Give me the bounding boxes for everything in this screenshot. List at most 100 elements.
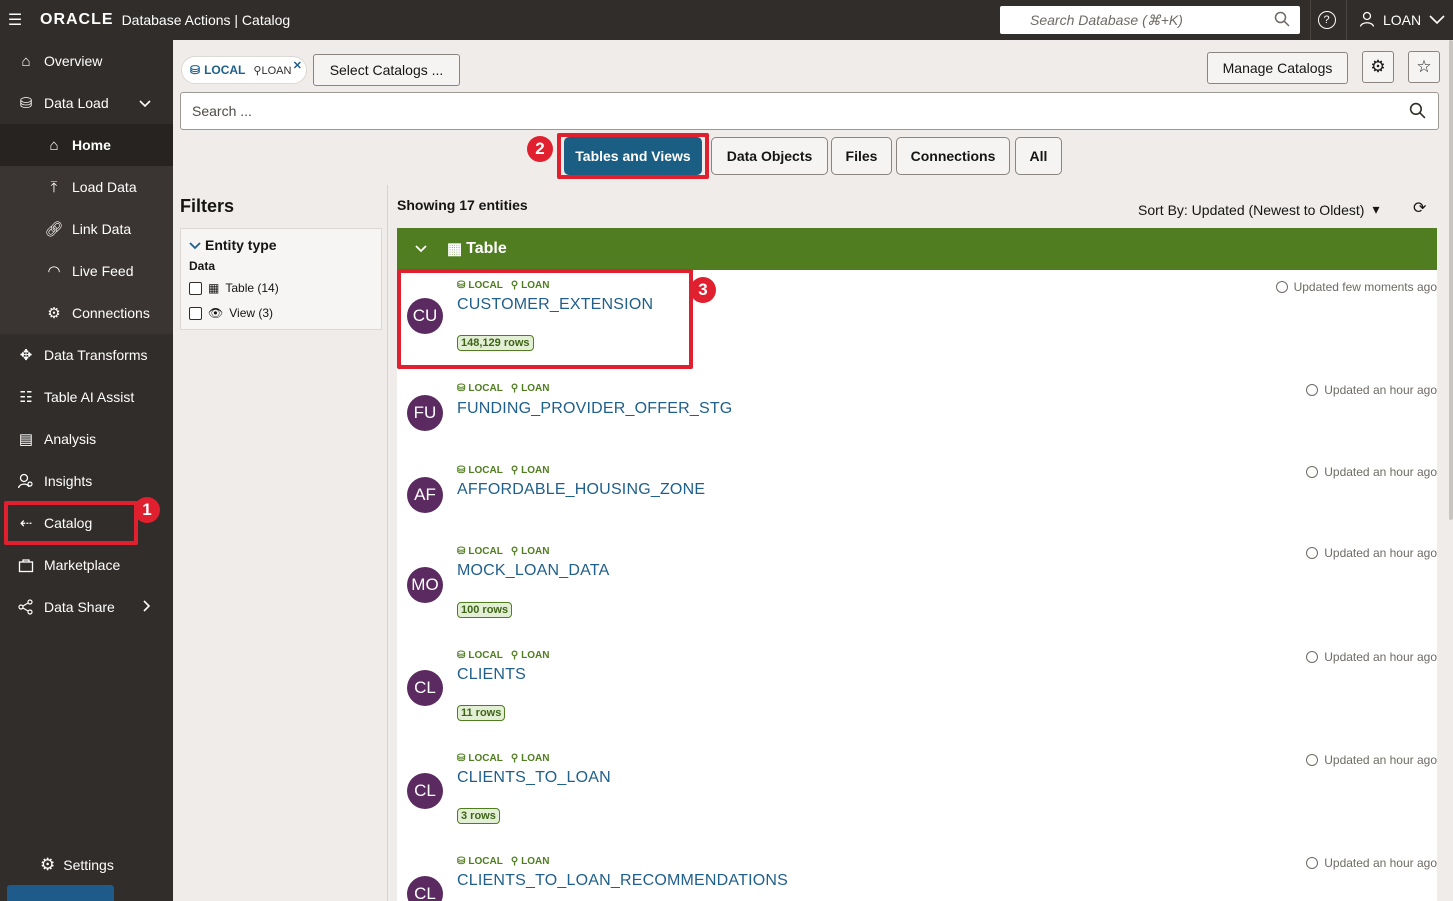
- favorite-button[interactable]: ☆: [1408, 51, 1440, 83]
- group-header-table[interactable]: ▦ Table: [397, 228, 1437, 270]
- owner-tag: ⚲ LOAN: [510, 383, 550, 394]
- sidebar-item-insights[interactable]: Insights: [0, 460, 173, 502]
- user-icon: ⚲: [510, 753, 519, 764]
- settings-button[interactable]: ⚙ Settings: [40, 855, 114, 875]
- sidebar-item-table-ai-assist[interactable]: ☷ Table AI Assist: [0, 376, 173, 418]
- user-icon: ⚲: [510, 465, 519, 476]
- sidebar-item-overview[interactable]: ⌂ Overview: [0, 40, 173, 82]
- sidebar-item-data-transforms[interactable]: ✥ Data Transforms: [0, 334, 173, 376]
- collapse-button[interactable]: [7, 885, 114, 901]
- entity-list: CU ⛁ LOCAL ⚲ LOAN CUSTOMER_EXTENSION 148,1…: [397, 270, 1437, 901]
- entity-row[interactable]: AF ⛁ LOCAL ⚲ LOAN AFFORDABLE_HOUSING_ZONE …: [397, 455, 1437, 535]
- tab-data-objects[interactable]: Data Objects: [711, 137, 828, 175]
- database-icon: ⛁: [457, 650, 466, 661]
- hamburger-icon[interactable]: ☰: [0, 0, 30, 40]
- entity-tags: ⛁ LOCAL ⚲ LOAN: [457, 753, 550, 764]
- tab-tables-and-views[interactable]: Tables and Views: [564, 137, 702, 175]
- entity-tags: ⛁ LOCAL ⚲ LOAN: [457, 856, 550, 867]
- tab-connections[interactable]: Connections: [896, 137, 1010, 175]
- sidebar-item-label: Data Transforms: [44, 347, 148, 363]
- sidebar-item-load-data[interactable]: ⤒ Load Data: [0, 166, 173, 208]
- home-icon: ⌂: [21, 52, 31, 70]
- scrollbar[interactable]: [1449, 40, 1453, 520]
- filter-entity-type: Entity type Data ▦ Table (14) 👁︎ View (3…: [180, 228, 382, 330]
- owner-tag: ⚲ LOAN: [510, 856, 550, 867]
- sidebar-item-data-share[interactable]: Data Share: [0, 586, 173, 628]
- sidebar-item-label: Data Load: [44, 95, 109, 111]
- sidebar-item-marketplace[interactable]: Marketplace: [0, 544, 173, 586]
- entity-name-link[interactable]: FUNDING_PROVIDER_OFFER_STG: [457, 400, 732, 418]
- search-icon: [1409, 102, 1426, 122]
- entity-row[interactable]: CL ⛁ LOCAL ⚲ LOAN CLIENTS 11 rows Updated …: [397, 640, 1437, 740]
- sidebar-item-link-data[interactable]: 🔗︎ Link Data: [0, 208, 173, 250]
- catalog-search-input[interactable]: Search ...: [180, 92, 1439, 130]
- entity-name-link[interactable]: CLIENTS: [457, 666, 526, 684]
- owner-tag: ⚲ LOAN: [510, 546, 550, 557]
- sidebar-item-label: Table AI Assist: [44, 389, 135, 405]
- tab-all[interactable]: All: [1015, 137, 1062, 175]
- owner-tag: ⚲ LOAN: [510, 753, 550, 764]
- analysis-icon: ▤: [18, 431, 34, 448]
- entity-name-link[interactable]: CUSTOMER_EXTENSION: [457, 296, 653, 314]
- entity-row[interactable]: MO ⛁ LOCAL ⚲ LOAN MOCK_LOAN_DATA 100 rows …: [397, 536, 1437, 636]
- data-load-icon: ⛁: [19, 95, 33, 112]
- insights-icon: [16, 473, 36, 489]
- sidebar-item-data-load[interactable]: ⛁ Data Load: [0, 82, 173, 124]
- close-icon[interactable]: ✕: [293, 59, 302, 72]
- user-menu-button[interactable]: LOAN: [1346, 0, 1453, 40]
- catalog-search-placeholder: Search ...: [192, 103, 252, 119]
- database-icon: ⛁: [457, 753, 466, 764]
- tab-files[interactable]: Files: [831, 137, 892, 175]
- database-search-input[interactable]: Search Database (⌘+K): [1000, 6, 1300, 34]
- entity-row[interactable]: CL ⛁ LOCAL ⚲ LOAN CLIENTS_TO_LOAN_RECOMMEN…: [397, 846, 1437, 901]
- catalog-chip[interactable]: ⛁ LOCAL ⚲LOAN ✕: [181, 56, 307, 84]
- sidebar-item-label: Catalog: [44, 515, 93, 531]
- sidebar-item-live-feed[interactable]: ◠ Live Feed: [0, 250, 173, 292]
- refresh-icon[interactable]: ⟳: [1413, 198, 1426, 218]
- filter-option-view[interactable]: 👁︎ View (3): [189, 306, 273, 320]
- catalog-content: ⛁ LOCAL ⚲LOAN ✕ Select Catalogs ... Mana…: [173, 40, 1453, 901]
- avatar: CL: [407, 876, 443, 901]
- group-label: Table: [466, 240, 507, 257]
- sidebar-item-label: Data Share: [44, 599, 115, 615]
- filter-option-label: Table (14): [225, 281, 279, 295]
- table-icon: ▦: [208, 281, 220, 295]
- checkbox[interactable]: [189, 306, 202, 320]
- entity-name-link[interactable]: CLIENTS_TO_LOAN: [457, 769, 611, 787]
- avatar: CL: [407, 773, 443, 809]
- sidebar-item-home[interactable]: ⌂ Home: [0, 124, 173, 166]
- filter-subgroup-label: Data: [189, 259, 216, 273]
- sidebar-item-connections[interactable]: ⚙ Connections: [0, 292, 173, 334]
- chevron-down-icon: [139, 95, 151, 111]
- entity-name-link[interactable]: AFFORDABLE_HOUSING_ZONE: [457, 481, 705, 499]
- filter-option-table[interactable]: ▦ Table (14): [189, 281, 279, 295]
- settings-gear-button[interactable]: ⚙: [1362, 51, 1394, 83]
- catalog-chip-label: LOCAL: [204, 63, 246, 77]
- entity-name-link[interactable]: MOCK_LOAN_DATA: [457, 562, 609, 580]
- catalog-icon: ⇠: [19, 515, 33, 532]
- clock-icon: [1306, 857, 1319, 869]
- row-count-badge: 11 rows: [457, 705, 506, 721]
- home-icon: ⌂: [49, 136, 59, 154]
- feed-icon: ◠: [47, 263, 61, 280]
- sidebar-item-label: Load Data: [72, 179, 137, 195]
- select-catalogs-button[interactable]: Select Catalogs ...: [313, 54, 460, 86]
- results-count: Showing 17 entities: [397, 197, 528, 213]
- entity-row[interactable]: FU ⛁ LOCAL ⚲ LOAN FUNDING_PROVIDER_OFFER_S…: [397, 373, 1437, 453]
- app-title: Database Actions | Catalog: [121, 12, 291, 28]
- caret-down-icon: ▾: [1372, 201, 1380, 217]
- sort-dropdown[interactable]: Sort By: Updated (Newest to Oldest) ▾: [1138, 201, 1379, 218]
- sidebar-item-analysis[interactable]: ▤ Analysis: [0, 418, 173, 460]
- top-bar: ☰ ORACLE Database Actions | Catalog Sear…: [0, 0, 1453, 40]
- table-icon: ▦: [447, 241, 463, 258]
- filter-group-header[interactable]: Entity type: [189, 237, 277, 253]
- checkbox[interactable]: [189, 281, 202, 295]
- owner-tag: ⚲ LOAN: [510, 465, 550, 476]
- help-button[interactable]: ?: [1310, 0, 1342, 40]
- step-badge-3: 3: [690, 277, 716, 303]
- user-icon: ⚲: [510, 546, 519, 557]
- entity-row[interactable]: CU ⛁ LOCAL ⚲ LOAN CUSTOMER_EXTENSION 148,1…: [397, 270, 1437, 370]
- entity-row[interactable]: CL ⛁ LOCAL ⚲ LOAN CLIENTS_TO_LOAN 3 rows U…: [397, 743, 1437, 843]
- manage-catalogs-button[interactable]: Manage Catalogs: [1207, 52, 1348, 84]
- entity-name-link[interactable]: CLIENTS_TO_LOAN_RECOMMENDATIONS: [457, 872, 788, 890]
